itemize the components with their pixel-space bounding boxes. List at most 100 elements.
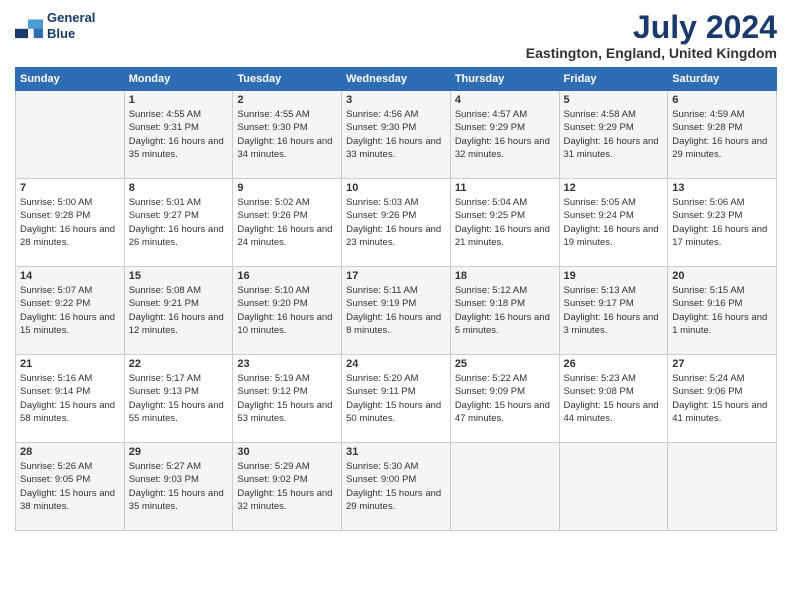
- week-row-4: 28 Sunrise: 5:26 AMSunset: 9:05 PMDayligh…: [16, 443, 777, 531]
- calendar-cell: 4 Sunrise: 4:57 AMSunset: 9:29 PMDaylight…: [450, 91, 559, 179]
- calendar-cell: 5 Sunrise: 4:58 AMSunset: 9:29 PMDaylight…: [559, 91, 668, 179]
- month-title: July 2024: [526, 10, 777, 45]
- calendar-cell: 26 Sunrise: 5:23 AMSunset: 9:08 PMDayligh…: [559, 355, 668, 443]
- day-info: Sunrise: 5:27 AMSunset: 9:03 PMDaylight:…: [129, 460, 229, 513]
- calendar-cell: 11 Sunrise: 5:04 AMSunset: 9:25 PMDayligh…: [450, 179, 559, 267]
- day-number: 1: [129, 94, 229, 106]
- day-number: 19: [564, 270, 664, 282]
- day-info: Sunrise: 5:06 AMSunset: 9:23 PMDaylight:…: [672, 196, 772, 249]
- calendar-body: 1 Sunrise: 4:55 AMSunset: 9:31 PMDaylight…: [16, 91, 777, 531]
- calendar-cell: [450, 443, 559, 531]
- calendar-cell: 7 Sunrise: 5:00 AMSunset: 9:28 PMDaylight…: [16, 179, 125, 267]
- calendar-cell: 9 Sunrise: 5:02 AMSunset: 9:26 PMDaylight…: [233, 179, 342, 267]
- calendar-cell: 14Sunrise: 5:07 AMSunset: 9:22 PMDayligh…: [16, 267, 125, 355]
- day-info: Sunrise: 5:05 AMSunset: 9:24 PMDaylight:…: [564, 196, 664, 249]
- calendar-cell: 12 Sunrise: 5:05 AMSunset: 9:24 PMDayligh…: [559, 179, 668, 267]
- calendar-cell: 21 Sunrise: 5:16 AMSunset: 9:14 PMDayligh…: [16, 355, 125, 443]
- day-info: Sunrise: 5:19 AMSunset: 9:12 PMDaylight:…: [237, 372, 337, 425]
- day-number: 7: [20, 182, 120, 194]
- day-number: 26: [564, 358, 664, 370]
- calendar-table: SundayMondayTuesdayWednesdayThursdayFrid…: [15, 67, 777, 531]
- calendar-cell: 17 Sunrise: 5:11 AMSunset: 9:19 PMDayligh…: [342, 267, 451, 355]
- day-number: 2: [237, 94, 337, 106]
- day-info: Sunrise: 5:15 AMSunset: 9:16 PMDaylight:…: [672, 284, 772, 337]
- calendar-cell: 30 Sunrise: 5:29 AMSunset: 9:02 PMDayligh…: [233, 443, 342, 531]
- day-number: 20: [672, 270, 772, 282]
- day-info: Sunrise: 5:02 AMSunset: 9:26 PMDaylight:…: [237, 196, 337, 249]
- calendar-cell: 25Sunrise: 5:22 AMSunset: 9:09 PMDayligh…: [450, 355, 559, 443]
- day-info: Sunrise: 5:16 AMSunset: 9:14 PMDaylight:…: [20, 372, 120, 425]
- day-number: 8: [129, 182, 229, 194]
- day-info: Sunrise: 5:11 AMSunset: 9:19 PMDaylight:…: [346, 284, 446, 337]
- day-info: Sunrise: 4:56 AMSunset: 9:30 PMDaylight:…: [346, 108, 446, 161]
- day-info: Sunrise: 5:03 AMSunset: 9:26 PMDaylight:…: [346, 196, 446, 249]
- day-number: 10: [346, 182, 446, 194]
- day-info: Sunrise: 5:12 AMSunset: 9:18 PMDaylight:…: [455, 284, 555, 337]
- day-info: Sunrise: 5:00 AMSunset: 9:28 PMDaylight:…: [20, 196, 120, 249]
- calendar-cell: [668, 443, 777, 531]
- day-info: Sunrise: 5:20 AMSunset: 9:11 PMDaylight:…: [346, 372, 446, 425]
- day-info: Sunrise: 5:01 AMSunset: 9:27 PMDaylight:…: [129, 196, 229, 249]
- calendar-cell: 27Sunrise: 5:24 AMSunset: 9:06 PMDayligh…: [668, 355, 777, 443]
- calendar-cell: 22 Sunrise: 5:17 AMSunset: 9:13 PMDayligh…: [124, 355, 233, 443]
- day-header-friday: Friday: [559, 68, 668, 91]
- logo: General Blue: [15, 10, 95, 41]
- day-number: 14: [20, 270, 120, 282]
- calendar-cell: 18 Sunrise: 5:12 AMSunset: 9:18 PMDayligh…: [450, 267, 559, 355]
- day-number: 28: [20, 446, 120, 458]
- day-number: 12: [564, 182, 664, 194]
- day-info: Sunrise: 4:57 AMSunset: 9:29 PMDaylight:…: [455, 108, 555, 161]
- day-number: 30: [237, 446, 337, 458]
- week-row-0: 1 Sunrise: 4:55 AMSunset: 9:31 PMDaylight…: [16, 91, 777, 179]
- location: Eastington, England, United Kingdom: [526, 45, 777, 61]
- day-info: Sunrise: 5:17 AMSunset: 9:13 PMDaylight:…: [129, 372, 229, 425]
- day-number: 18: [455, 270, 555, 282]
- day-number: 11: [455, 182, 555, 194]
- day-number: 13: [672, 182, 772, 194]
- day-number: 31: [346, 446, 446, 458]
- day-number: 21: [20, 358, 120, 370]
- day-number: 27: [672, 358, 772, 370]
- calendar-cell: 6Sunrise: 4:59 AMSunset: 9:28 PMDaylight…: [668, 91, 777, 179]
- day-number: 4: [455, 94, 555, 106]
- calendar-cell: 13 Sunrise: 5:06 AMSunset: 9:23 PMDayligh…: [668, 179, 777, 267]
- logo-icon: [15, 12, 43, 40]
- day-info: Sunrise: 4:58 AMSunset: 9:29 PMDaylight:…: [564, 108, 664, 161]
- day-header-tuesday: Tuesday: [233, 68, 342, 91]
- day-info: Sunrise: 5:29 AMSunset: 9:02 PMDaylight:…: [237, 460, 337, 513]
- week-row-3: 21 Sunrise: 5:16 AMSunset: 9:14 PMDayligh…: [16, 355, 777, 443]
- calendar-cell: 28 Sunrise: 5:26 AMSunset: 9:05 PMDayligh…: [16, 443, 125, 531]
- day-header-saturday: Saturday: [668, 68, 777, 91]
- day-number: 23: [237, 358, 337, 370]
- day-header-wednesday: Wednesday: [342, 68, 451, 91]
- day-info: Sunrise: 4:55 AMSunset: 9:31 PMDaylight:…: [129, 108, 229, 161]
- calendar-cell: 1 Sunrise: 4:55 AMSunset: 9:31 PMDaylight…: [124, 91, 233, 179]
- day-number: 17: [346, 270, 446, 282]
- day-header-thursday: Thursday: [450, 68, 559, 91]
- day-number: 22: [129, 358, 229, 370]
- calendar-cell: 16Sunrise: 5:10 AMSunset: 9:20 PMDayligh…: [233, 267, 342, 355]
- calendar-cell: 29Sunrise: 5:27 AMSunset: 9:03 PMDayligh…: [124, 443, 233, 531]
- day-info: Sunrise: 5:26 AMSunset: 9:05 PMDaylight:…: [20, 460, 120, 513]
- day-number: 15: [129, 270, 229, 282]
- calendar-cell: 23 Sunrise: 5:19 AMSunset: 9:12 PMDayligh…: [233, 355, 342, 443]
- day-info: Sunrise: 5:23 AMSunset: 9:08 PMDaylight:…: [564, 372, 664, 425]
- title-block: July 2024 Eastington, England, United Ki…: [526, 10, 777, 61]
- day-info: Sunrise: 5:10 AMSunset: 9:20 PMDaylight:…: [237, 284, 337, 337]
- logo-line2: Blue: [47, 26, 95, 42]
- calendar-cell: 20 Sunrise: 5:15 AMSunset: 9:16 PMDayligh…: [668, 267, 777, 355]
- day-info: Sunrise: 5:04 AMSunset: 9:25 PMDaylight:…: [455, 196, 555, 249]
- logo-text: General Blue: [47, 10, 95, 41]
- calendar-cell: 24 Sunrise: 5:20 AMSunset: 9:11 PMDayligh…: [342, 355, 451, 443]
- day-number: 9: [237, 182, 337, 194]
- day-info: Sunrise: 4:59 AMSunset: 9:28 PMDaylight:…: [672, 108, 772, 161]
- logo-line1: General: [47, 10, 95, 26]
- day-info: Sunrise: 4:55 AMSunset: 9:30 PMDaylight:…: [237, 108, 337, 161]
- day-info: Sunrise: 5:30 AMSunset: 9:00 PMDaylight:…: [346, 460, 446, 513]
- calendar-cell: [559, 443, 668, 531]
- calendar-cell: 8 Sunrise: 5:01 AMSunset: 9:27 PMDaylight…: [124, 179, 233, 267]
- day-number: 24: [346, 358, 446, 370]
- day-number: 5: [564, 94, 664, 106]
- day-info: Sunrise: 5:08 AMSunset: 9:21 PMDaylight:…: [129, 284, 229, 337]
- header: General Blue July 2024 Eastington, Engla…: [15, 10, 777, 61]
